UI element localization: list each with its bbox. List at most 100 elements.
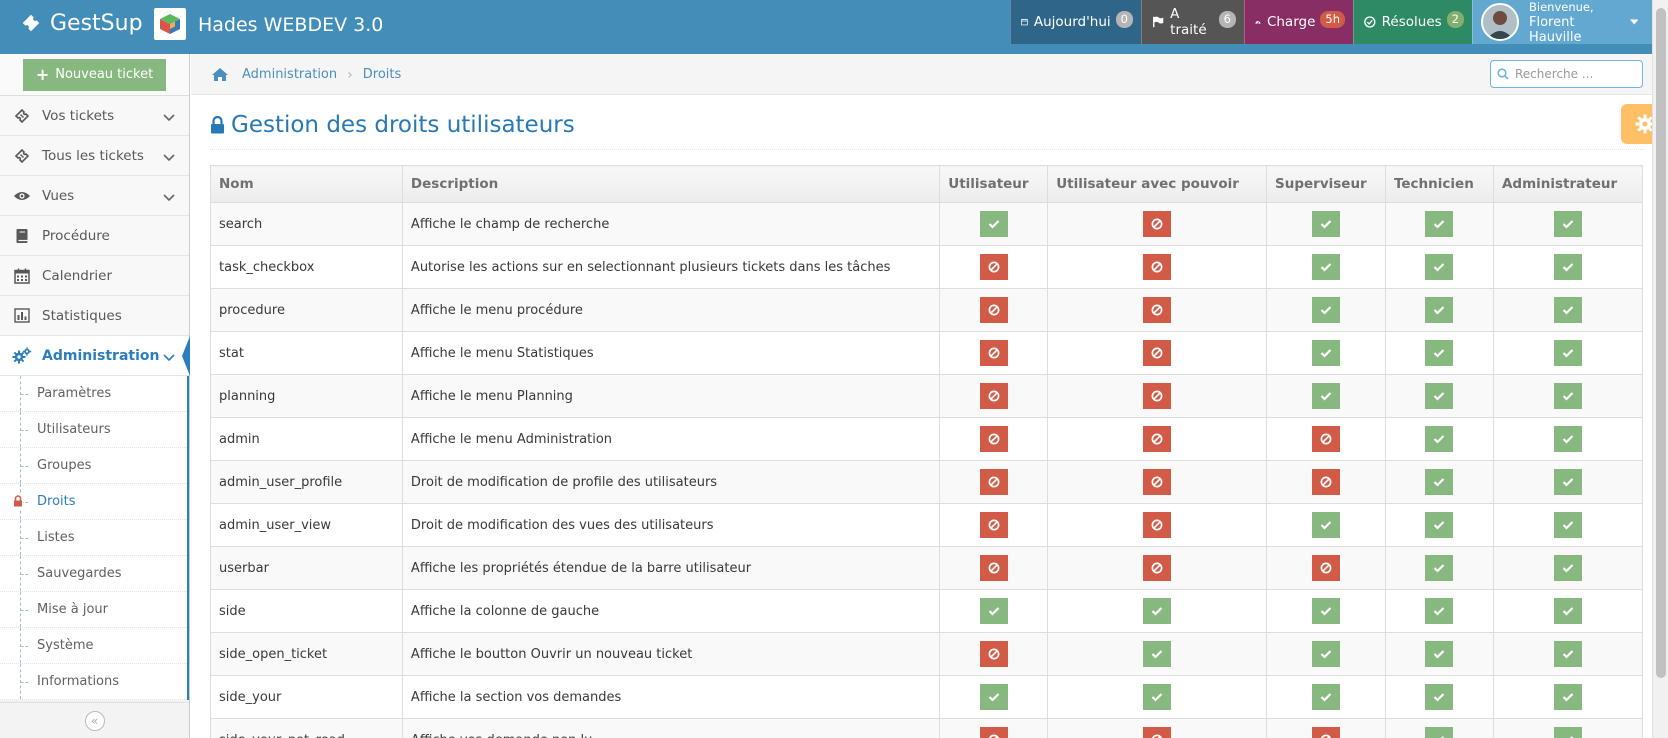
check-icon[interactable] xyxy=(1312,340,1340,366)
check-icon[interactable] xyxy=(979,598,1008,624)
check-icon[interactable] xyxy=(1425,555,1454,581)
scrollbar-thumb[interactable] xyxy=(1656,8,1666,678)
check-icon[interactable] xyxy=(979,211,1008,237)
ban-icon[interactable] xyxy=(1143,297,1172,323)
column-header-superviseur[interactable]: Superviseur xyxy=(1266,165,1386,203)
submenu-item-parametres[interactable]: Paramètres xyxy=(0,376,187,412)
column-header-utilisateur-pouvoir[interactable]: Utilisateur avec pouvoir xyxy=(1047,165,1268,203)
ban-icon[interactable] xyxy=(979,469,1008,495)
ban-icon[interactable] xyxy=(979,254,1008,280)
check-icon[interactable] xyxy=(1425,426,1454,452)
check-icon[interactable] xyxy=(1425,211,1454,237)
ban-icon[interactable] xyxy=(979,512,1008,538)
ban-icon[interactable] xyxy=(1143,469,1172,495)
sidebar-item-vues[interactable]: Vues xyxy=(0,176,189,216)
check-icon[interactable] xyxy=(1312,641,1340,667)
check-icon[interactable] xyxy=(1312,598,1340,624)
check-icon[interactable] xyxy=(1312,383,1340,409)
column-header-technicien[interactable]: Technicien xyxy=(1384,165,1494,203)
column-header-administrateur[interactable]: Administrateur xyxy=(1492,165,1644,203)
check-icon[interactable] xyxy=(1425,727,1454,738)
search-input[interactable] xyxy=(1515,67,1641,81)
ban-icon[interactable] xyxy=(1312,426,1340,452)
treated-button[interactable]: A traité 6 xyxy=(1141,0,1244,44)
check-icon[interactable] xyxy=(1553,340,1582,366)
ban-icon[interactable] xyxy=(1312,555,1340,581)
check-icon[interactable] xyxy=(1143,684,1172,710)
ban-icon[interactable] xyxy=(979,426,1008,452)
ban-icon[interactable] xyxy=(979,340,1008,366)
check-icon[interactable] xyxy=(1553,254,1582,280)
submenu-item-informations[interactable]: Informations xyxy=(0,664,187,700)
ban-icon[interactable] xyxy=(1143,383,1172,409)
check-icon[interactable] xyxy=(1425,512,1454,538)
check-icon[interactable] xyxy=(1312,254,1340,280)
check-icon[interactable] xyxy=(1553,469,1582,495)
check-icon[interactable] xyxy=(1553,684,1582,710)
double-angle-left-icon[interactable]: « xyxy=(84,710,105,731)
check-icon[interactable] xyxy=(1312,211,1340,237)
check-icon[interactable] xyxy=(1425,383,1454,409)
ban-icon[interactable] xyxy=(1143,426,1172,452)
ban-icon[interactable] xyxy=(1312,469,1340,495)
check-icon[interactable] xyxy=(1143,598,1172,624)
check-icon[interactable] xyxy=(1312,684,1340,710)
ban-icon[interactable] xyxy=(979,727,1008,738)
check-icon[interactable] xyxy=(1425,340,1454,366)
ban-icon[interactable] xyxy=(979,383,1008,409)
submenu-item-utilisateurs[interactable]: Utilisateurs xyxy=(0,412,187,448)
brand[interactable]: GestSup xyxy=(20,0,143,46)
check-icon[interactable] xyxy=(1553,727,1582,738)
ban-icon[interactable] xyxy=(1143,727,1172,738)
check-icon[interactable] xyxy=(979,684,1008,710)
sidebar-item-vos-tickets[interactable]: Vos tickets xyxy=(0,96,189,136)
resolved-button[interactable]: Résolues 2 xyxy=(1353,0,1472,44)
check-icon[interactable] xyxy=(1425,297,1454,323)
sidebar-item-tous-les-tickets[interactable]: Tous les tickets xyxy=(0,136,189,176)
check-icon[interactable] xyxy=(1312,297,1340,323)
column-header-nom[interactable]: Nom xyxy=(210,165,403,203)
check-icon[interactable] xyxy=(1553,555,1582,581)
check-icon[interactable] xyxy=(1553,211,1582,237)
check-icon[interactable] xyxy=(1553,641,1582,667)
column-header-description[interactable]: Description xyxy=(401,165,941,203)
ban-icon[interactable] xyxy=(979,555,1008,581)
check-icon[interactable] xyxy=(1553,512,1582,538)
check-icon[interactable] xyxy=(1312,512,1340,538)
user-menu[interactable]: Bienvenue, Florent Hauville xyxy=(1472,0,1652,45)
check-icon[interactable] xyxy=(1425,598,1454,624)
breadcrumb-administration[interactable]: Administration xyxy=(242,67,337,82)
new-ticket-button[interactable]: + Nouveau ticket xyxy=(22,58,167,91)
page-scrollbar[interactable] xyxy=(1652,0,1668,738)
sidebar-item-statistiques[interactable]: Statistiques xyxy=(0,296,189,336)
ban-icon[interactable] xyxy=(979,641,1008,667)
submenu-item-droits[interactable]: Droits xyxy=(0,484,187,520)
check-icon[interactable] xyxy=(1553,426,1582,452)
ban-icon[interactable] xyxy=(1143,340,1172,366)
sidebar-item-administration[interactable]: Administration xyxy=(0,336,190,376)
check-icon[interactable] xyxy=(1143,641,1172,667)
submenu-item-listes[interactable]: Listes xyxy=(0,520,187,556)
today-button[interactable]: Aujourd'hui 0 xyxy=(1010,0,1141,44)
sidebar-item-calendrier[interactable]: Calendrier xyxy=(0,256,189,296)
submenu-item-mise-a-jour[interactable]: Mise à jour xyxy=(0,592,187,628)
check-icon[interactable] xyxy=(1425,469,1454,495)
ban-icon[interactable] xyxy=(1143,254,1172,280)
check-icon[interactable] xyxy=(1553,297,1582,323)
home-icon[interactable] xyxy=(211,67,229,82)
charge-button[interactable]: Charge 5h xyxy=(1244,0,1353,44)
breadcrumb-droits[interactable]: Droits xyxy=(363,67,402,82)
submenu-item-systeme[interactable]: Système xyxy=(0,628,187,664)
check-icon[interactable] xyxy=(1553,598,1582,624)
check-icon[interactable] xyxy=(1425,684,1454,710)
check-icon[interactable] xyxy=(1425,641,1454,667)
check-icon[interactable] xyxy=(1553,383,1582,409)
ban-icon[interactable] xyxy=(1143,555,1172,581)
ban-icon[interactable] xyxy=(979,297,1008,323)
ban-icon[interactable] xyxy=(1312,727,1340,738)
ban-icon[interactable] xyxy=(1143,211,1172,237)
sidebar-item-procedure[interactable]: Procédure xyxy=(0,216,189,256)
column-header-utilisateur[interactable]: Utilisateur xyxy=(939,165,1049,203)
ban-icon[interactable] xyxy=(1143,512,1172,538)
submenu-item-groupes[interactable]: Groupes xyxy=(0,448,187,484)
